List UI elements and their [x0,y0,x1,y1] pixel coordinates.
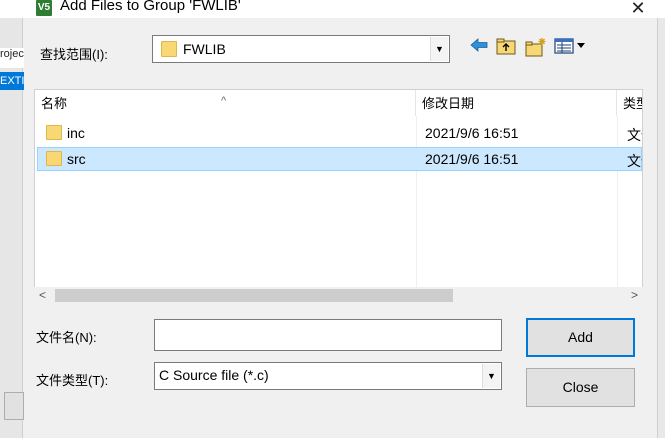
background-button [4,392,24,420]
app-icon: V5 [36,0,52,16]
list-item[interactable]: inc 2021/9/6 16:51 文件夹 [37,121,642,145]
filetype-label: 文件类型(T): [36,373,109,388]
view-menu-button[interactable] [553,38,589,58]
window-title: Add Files to Group 'FWLIB' [60,0,241,14]
filetype-select[interactable]: C Source file (*.c) ▼ [154,362,502,390]
back-button[interactable] [469,38,489,58]
add-button[interactable]: Add [526,318,635,357]
folder-icon [46,125,62,140]
new-folder-button[interactable] [525,38,546,58]
close-button[interactable]: Close [526,368,635,407]
file-date: 2021/9/6 16:51 [425,125,519,141]
scrollbar-thumb[interactable] [55,289,453,302]
close-window-button[interactable]: ✕ [626,0,650,18]
filename-input[interactable] [154,319,502,351]
up-folder-icon [496,38,516,55]
scroll-right-arrow[interactable]: > [626,287,643,304]
horizontal-scrollbar[interactable]: < > [34,287,643,304]
file-type: 文件夹 [627,127,642,143]
column-header-date-label: 修改日期 [422,96,475,111]
file-type: 文件夹 [627,153,642,169]
column-header-date[interactable]: 修改日期 [416,90,617,116]
file-name: inc [67,125,85,141]
background-project-label: rojec [0,48,24,68]
column-header-type[interactable]: 类型 [617,90,642,116]
filename-label: 文件名(N): [36,330,97,345]
file-date: 2021/9/6 16:51 [425,151,519,167]
column-header-name-label: 名称 [41,96,68,111]
view-menu-icon [554,38,585,54]
list-item[interactable]: src 2021/9/6 16:51 文件夹 [37,147,642,171]
up-folder-button[interactable] [496,38,516,58]
chevron-down-icon[interactable]: ▼ [482,364,500,388]
lookin-value: FWLIB [183,41,226,57]
file-name: src [67,151,86,167]
background-window-right [657,18,665,438]
column-header-type-label: 类型 [623,96,642,111]
back-icon [470,38,488,52]
filetype-value: C Source file (*.c) [159,367,269,383]
new-folder-icon [525,38,546,57]
lookin-combobox[interactable]: FWLIB ▼ [152,35,450,63]
column-header-name[interactable]: 名称 ^ [35,90,416,116]
sort-ascending-icon: ^ [221,95,227,107]
background-exti-item: EXTI [0,72,24,90]
folder-icon [46,151,62,166]
file-list[interactable]: 名称 ^ 修改日期 类型 inc 2021/9/6 16:51 文件夹 src … [34,89,643,304]
scroll-left-arrow[interactable]: < [34,287,51,304]
folder-icon [161,41,177,57]
close-icon: ✕ [630,0,646,18]
lookin-label: 查找范围(I): [40,47,108,62]
chevron-down-icon[interactable]: ▼ [430,37,448,61]
